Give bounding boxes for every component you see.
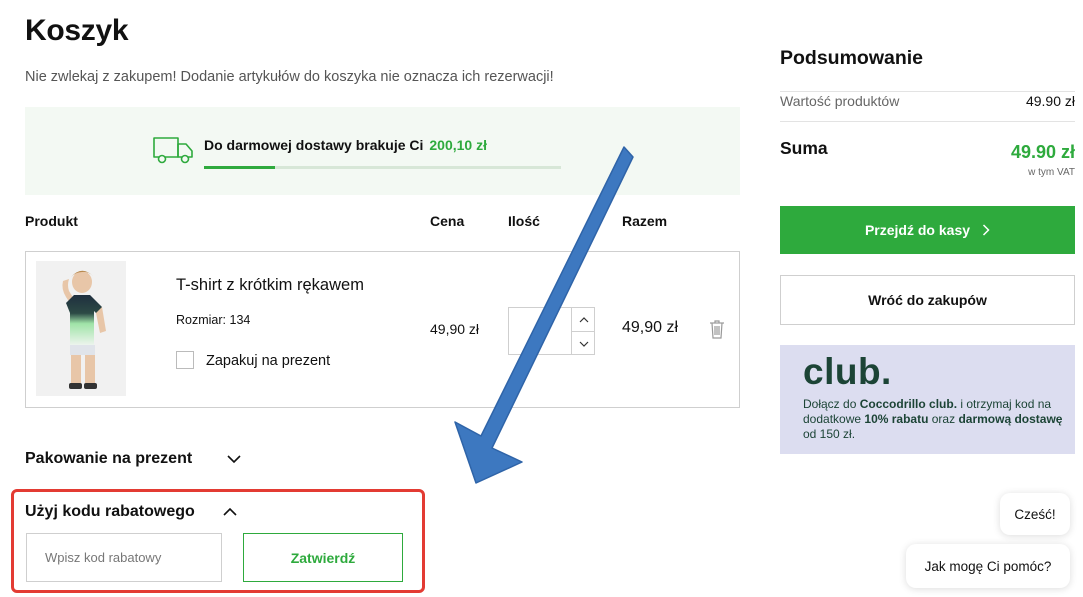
club-discount: 10% rabatu [864,412,929,426]
checkout-button[interactable]: Przejdź do kasy [780,206,1075,254]
summary-title: Podsumowanie [780,47,924,69]
header-product: Produkt [25,213,78,229]
sum-value: 49.90 zł [1010,142,1075,162]
chat-question-text: Jak mogę Ci pomóc? [924,558,1052,574]
product-image[interactable] [36,261,126,396]
chevron-up-icon[interactable] [223,507,237,516]
gift-wrap-section-toggle[interactable]: Pakowanie na prezent [25,450,192,468]
quantity-input[interactable] [509,308,575,356]
free-shipping-label: Do darmowej dostawy brakuje Ci [204,137,424,153]
club-logo: club. [803,351,892,392]
header-price: Cena [430,213,465,229]
club-text-3: oraz [928,412,959,426]
gift-wrap-checkbox[interactable] [176,351,194,369]
chevron-up-icon [579,316,588,322]
truck-icon [153,137,193,164]
chevron-right-icon [982,224,990,236]
size-value: 134 [229,313,251,327]
header-quantity: Ilość [508,213,540,229]
free-shipping-amount: 200,10 zł [429,137,487,153]
checkout-label: Przejdź do kasy [864,222,971,238]
continue-shopping-button[interactable]: Wróć do zakupów [780,275,1075,325]
free-shipping-progress-fill [204,166,276,169]
promo-section-title: Użyj kodu rabatowego [25,503,195,520]
apply-promo-button[interactable]: Zatwierdź [243,533,403,582]
continue-shopping-label: Wróć do zakupów [868,292,987,308]
sum-label: Suma [780,138,828,158]
item-total: 49,90 zł [622,319,679,336]
free-shipping-text: Do darmowej dostawy brakuje Ci 200,10 zł [204,137,487,153]
page-title: Koszyk [25,14,129,47]
promo-section-toggle[interactable]: Użyj kodu rabatowego [25,503,195,521]
chat-greeting-bubble[interactable]: Cześć! [1000,493,1070,535]
vat-note: w tym VAT [1028,167,1075,178]
chevron-down-icon [579,341,588,347]
size-label: Rozmiar: [176,313,227,327]
reservation-notice: Nie zwlekaj z zakupem! Dodanie artykułów… [25,69,554,85]
club-text-1: Dołącz do [803,397,860,411]
quantity-stepper [508,307,595,356]
chevron-down-icon[interactable] [227,455,241,464]
club-description: Dołącz do Coccodrillo club. i otrzymaj k… [803,397,1063,442]
chat-question-bubble[interactable]: Jak mogę Ci pomóc? [906,544,1070,588]
quantity-decrease-button[interactable] [572,332,595,355]
gift-wrap-section-title: Pakowanie na prezent [25,450,193,467]
free-shipping-progress [204,166,561,169]
item-price: 49,90 zł [430,321,480,337]
chat-greeting-text: Cześć! [1014,506,1056,522]
quantity-increase-button[interactable] [572,308,595,331]
club-brand: Coccodrillo club. [859,397,958,411]
product-size: Rozmiar: 134 [176,313,250,327]
apply-promo-label: Zatwierdź [290,549,356,566]
products-value-label: Wartość produktów [780,93,900,109]
club-text-4: od 150 zł. [803,427,856,441]
gift-wrap-label[interactable]: Zapakuj na prezent [206,353,330,369]
promo-code-input[interactable] [26,533,222,582]
trash-icon[interactable] [709,319,725,339]
summary-divider [780,121,1075,122]
club-free-shipping: darmową dostawę [958,412,1063,426]
products-value: 49.90 zł [1025,93,1075,109]
summary-divider [780,91,1075,92]
header-total: Razem [622,213,668,229]
product-name[interactable]: T-shirt z krótkim rękawem [176,276,364,295]
